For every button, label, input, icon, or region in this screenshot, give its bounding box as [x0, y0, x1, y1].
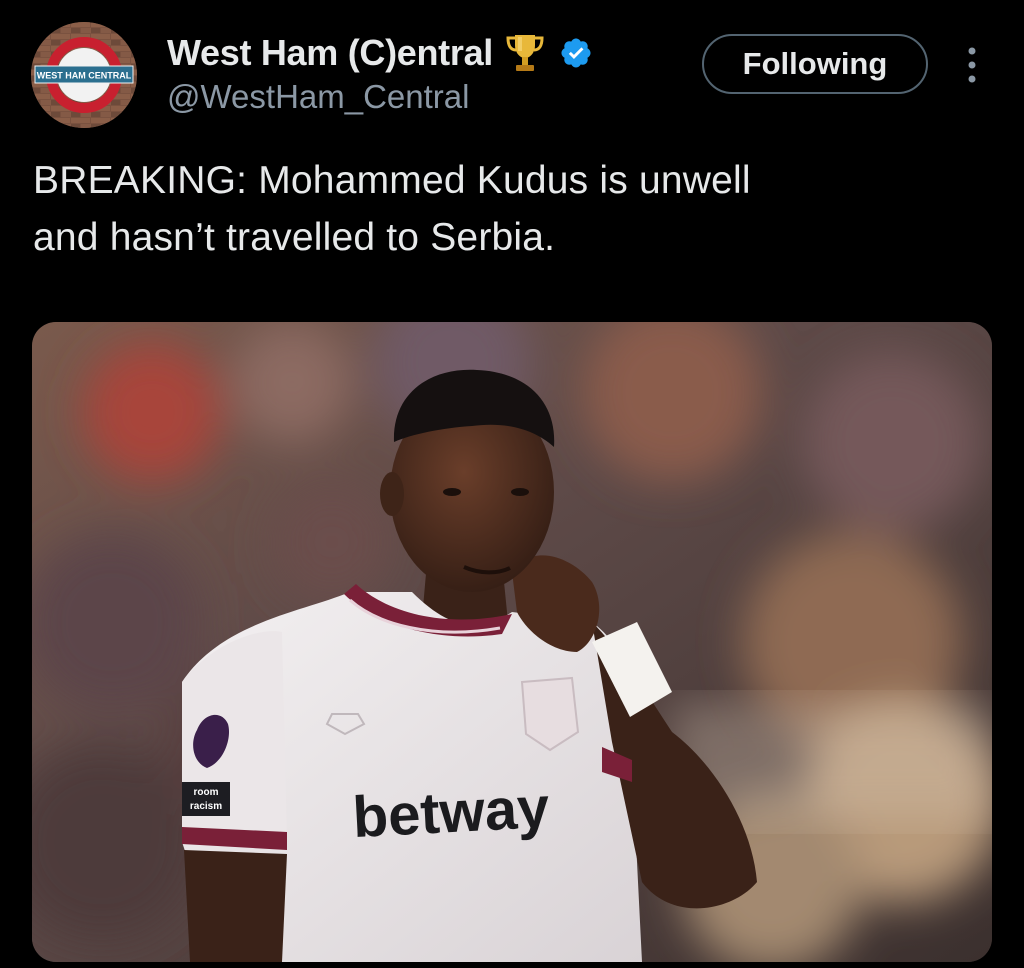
svg-text:room: room — [194, 787, 219, 798]
following-button[interactable]: Following — [702, 34, 928, 94]
verified-icon[interactable] — [559, 36, 593, 70]
avatar-logo-text: WEST HAM CENTRAL — [37, 71, 132, 81]
tweet-text-line-1: BREAKING: Mohammed Kudus is unwell — [33, 159, 751, 202]
author-display-name[interactable]: West Ham (C)entral — [167, 32, 493, 74]
tweet-text-line-2: and hasn’t travelled to Serbia. — [33, 216, 556, 259]
more-icon[interactable] — [952, 40, 992, 90]
svg-text:racism: racism — [190, 801, 222, 812]
trophy-icon — [505, 31, 545, 75]
tweet-text: BREAKING: Mohammed Kudus is unwell and h… — [33, 152, 993, 266]
west-ham-central-logo: WEST HAM CENTRAL — [31, 22, 137, 128]
shirt-sponsor: betway — [351, 775, 551, 850]
author-avatar[interactable]: WEST HAM CENTRAL — [31, 22, 137, 128]
player-photo: room racism betway — [32, 322, 992, 962]
author-handle[interactable]: @WestHam_Central — [167, 78, 469, 116]
author-name-row: West Ham (C)entral — [167, 30, 593, 76]
tweet-photo[interactable]: room racism betway — [32, 322, 992, 962]
